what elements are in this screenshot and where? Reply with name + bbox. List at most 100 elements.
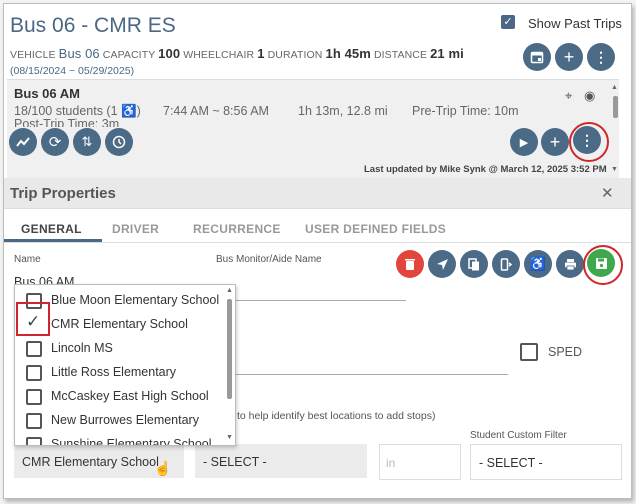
- last-updated-text: Last updated by Mike Synk @ March 12, 20…: [364, 164, 607, 175]
- duration-value: 1h 45m: [325, 46, 371, 61]
- scroll-down-arrow-icon[interactable]: ▼: [611, 166, 618, 173]
- tab-driver[interactable]: DRIVER: [112, 222, 159, 236]
- more-options-button[interactable]: ⋮: [587, 43, 615, 71]
- list-item[interactable]: McCaskey East High School: [15, 384, 225, 408]
- eye-icon[interactable]: ◉: [584, 88, 595, 104]
- scroll-up-arrow-icon[interactable]: ▲: [611, 84, 618, 91]
- wheelchair-button[interactable]: ♿: [524, 250, 552, 278]
- show-past-trips-checkbox[interactable]: ✓: [501, 15, 515, 29]
- capacity-value: 100: [158, 46, 181, 61]
- sped-label: SPED: [548, 345, 583, 359]
- duration-label: DURATION: [267, 49, 323, 61]
- item-checkbox[interactable]: [26, 365, 42, 381]
- add-trip-button[interactable]: +: [555, 43, 583, 71]
- trip-time-range: 7:44 AM ~ 8:56 AM: [163, 104, 269, 118]
- trip-more-options-button[interactable]: ⋮: [573, 126, 601, 154]
- tab-recurrence[interactable]: RECURRENCE: [193, 222, 281, 236]
- item-label: CMR Elementary School: [51, 317, 188, 331]
- hint-text: to help identify best locations to add s…: [237, 410, 436, 422]
- printer-icon: [564, 258, 576, 270]
- add-stop-button[interactable]: +: [541, 128, 569, 156]
- scrollbar-thumb[interactable]: [613, 96, 618, 118]
- item-checkbox[interactable]: [26, 389, 42, 405]
- list-item[interactable]: Little Ross Elementary: [15, 360, 225, 384]
- name-label: Name: [14, 254, 41, 265]
- show-past-trips-label: Show Past Trips: [528, 16, 622, 31]
- page-title: Bus 06 - CMR ES: [10, 14, 176, 37]
- swap-vertical-icon: ⇅: [81, 134, 93, 149]
- checked-item-highlight: [16, 302, 50, 336]
- trip-list-scrollbar[interactable]: ▲ ▼: [610, 84, 620, 176]
- school-select[interactable]: CMR Elementary School ☝: [14, 444, 184, 478]
- trend-icon: [16, 137, 30, 147]
- vehicle-value[interactable]: Bus 06: [59, 46, 100, 61]
- distance-label: DISTANCE: [373, 49, 428, 61]
- student-filter-value: - SELECT -: [479, 456, 543, 470]
- save-icon: [595, 257, 607, 269]
- scrollbar-thumb[interactable]: [227, 299, 232, 399]
- tab-user-defined-fields[interactable]: USER DEFINED FIELDS: [305, 222, 446, 236]
- list-item[interactable]: Sunshine Elementary School: [15, 432, 225, 446]
- navigate-button[interactable]: [428, 250, 456, 278]
- in-input[interactable]: in: [379, 444, 461, 480]
- refresh-icon: ⟳: [48, 134, 62, 151]
- dropdown-scrollbar[interactable]: ▲ ▼: [225, 285, 235, 445]
- close-icon[interactable]: ✕: [601, 184, 614, 202]
- trip-name: Bus 06 AM: [14, 86, 80, 101]
- list-item[interactable]: Lincoln MS: [15, 336, 225, 360]
- scroll-down-arrow-icon[interactable]: ▼: [226, 434, 233, 441]
- calendar-icon: [530, 51, 544, 64]
- item-label: Little Ross Elementary: [51, 365, 177, 379]
- play-icon: ▶: [519, 136, 529, 149]
- vertical-dots-icon: ⋮: [594, 48, 608, 65]
- item-checkbox[interactable]: [26, 413, 42, 429]
- vehicle-label: VEHICLE: [10, 49, 56, 61]
- secondary-select[interactable]: - SELECT -: [195, 444, 367, 478]
- trash-icon: [405, 258, 415, 270]
- locate-icon[interactable]: ⌖: [565, 88, 572, 104]
- vertical-dots-icon: ⋮: [580, 131, 594, 148]
- calendar-button[interactable]: [523, 43, 551, 71]
- item-label: McCaskey East High School: [51, 389, 209, 403]
- phone-arrow-icon: [500, 257, 512, 271]
- bus-monitor-input[interactable]: [216, 300, 406, 301]
- sped-checkbox[interactable]: [520, 343, 538, 361]
- trip-duration-distance: 1h 13m, 12.8 mi: [298, 104, 388, 118]
- hand-cursor-icon: ☝: [154, 460, 172, 476]
- trip-properties-title: Trip Properties: [10, 185, 116, 202]
- student-custom-filter-label: Student Custom Filter: [470, 430, 567, 441]
- school-select-value: CMR Elementary School: [22, 455, 159, 469]
- item-label: Blue Moon Elementary School: [51, 293, 220, 307]
- play-button[interactable]: ▶: [510, 128, 538, 156]
- wheelchair-label: WHEELCHAIR: [183, 49, 255, 61]
- refresh-button[interactable]: ⟳: [41, 128, 69, 156]
- item-label: New Burrowes Elementary: [51, 413, 199, 427]
- tab-divider: [4, 242, 631, 243]
- scroll-up-arrow-icon[interactable]: ▲: [226, 287, 233, 294]
- item-checkbox[interactable]: [26, 437, 42, 445]
- item-checkbox[interactable]: [26, 341, 42, 357]
- tab-general[interactable]: GENERAL: [21, 222, 82, 236]
- copy-icon: [467, 257, 479, 270]
- route-stats: VEHICLE Bus 06 CAPACITY 100 WHEELCHAIR 1…: [10, 46, 464, 61]
- clock-button[interactable]: [105, 128, 133, 156]
- chart-button[interactable]: [9, 128, 37, 156]
- in-input-placeholder: in: [386, 456, 396, 470]
- mobile-button[interactable]: [492, 250, 520, 278]
- wheelchair-value: 1: [257, 46, 265, 61]
- item-label: Sunshine Elementary School: [51, 437, 212, 446]
- distance-value: 21 mi: [430, 46, 464, 61]
- student-filter-select[interactable]: - SELECT -: [470, 444, 622, 480]
- date-range: (08/15/2024 ~ 05/29/2025): [10, 65, 135, 77]
- print-button[interactable]: [556, 250, 584, 278]
- item-label: Lincoln MS: [51, 341, 113, 355]
- save-button[interactable]: [587, 249, 615, 277]
- plus-icon: +: [549, 131, 561, 152]
- delete-button[interactable]: [396, 250, 424, 278]
- active-tab-indicator: [4, 239, 102, 242]
- reverse-button[interactable]: ⇅: [73, 128, 101, 156]
- copy-button[interactable]: [460, 250, 488, 278]
- trip-editor-window: Bus 06 - CMR ES VEHICLE Bus 06 CAPACITY …: [3, 3, 632, 499]
- wheelchair-icon: ♿: [529, 256, 547, 271]
- list-item[interactable]: New Burrowes Elementary: [15, 408, 225, 432]
